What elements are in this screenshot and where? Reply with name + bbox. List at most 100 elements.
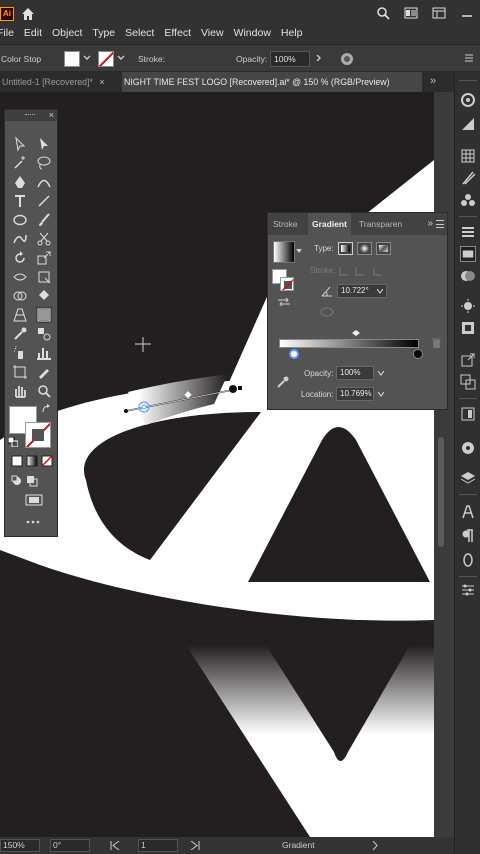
none-mode-icon[interactable] bbox=[41, 455, 53, 467]
vertical-scrollbar[interactable] bbox=[434, 92, 454, 837]
menu-window[interactable]: Window bbox=[229, 26, 276, 40]
tools-panel-header[interactable]: × bbox=[5, 110, 57, 121]
selection-tool-icon[interactable] bbox=[12, 136, 28, 152]
gradient-slider[interactable] bbox=[279, 339, 419, 348]
color-guide-icon[interactable] bbox=[460, 116, 476, 132]
color-mode-icon[interactable] bbox=[11, 455, 23, 467]
scissors-tool-icon[interactable] bbox=[36, 231, 52, 247]
stop-location-field[interactable]: 10.769% bbox=[336, 387, 374, 401]
more-tabs-icon[interactable]: » bbox=[430, 75, 436, 87]
pen-tool-icon[interactable] bbox=[12, 174, 28, 190]
close-icon[interactable]: × bbox=[99, 77, 104, 87]
properties-icon[interactable] bbox=[460, 582, 476, 598]
menu-edit[interactable]: Edit bbox=[19, 26, 47, 40]
navigator-icon[interactable] bbox=[460, 406, 476, 422]
draw-normal-icon[interactable] bbox=[11, 475, 23, 487]
scroll-thumb[interactable] bbox=[438, 437, 444, 547]
gradient-icon[interactable] bbox=[460, 246, 476, 262]
stroke-swatch[interactable] bbox=[98, 51, 114, 67]
appearance-icon[interactable] bbox=[460, 298, 476, 314]
menu-file[interactable]: File bbox=[0, 26, 19, 40]
radial-gradient-button[interactable] bbox=[357, 242, 372, 255]
magic-wand-tool-icon[interactable] bbox=[12, 155, 28, 171]
previous-artboard-icon[interactable] bbox=[110, 841, 120, 850]
workspace-icon[interactable] bbox=[404, 6, 418, 20]
lasso-tool-icon[interactable] bbox=[36, 155, 52, 171]
artboards-icon[interactable] bbox=[460, 374, 476, 390]
gradient-stop-black[interactable] bbox=[413, 349, 423, 359]
panel-menu-icon[interactable] bbox=[464, 53, 474, 63]
blend-tool-icon[interactable] bbox=[36, 326, 52, 342]
minimize-icon[interactable] bbox=[460, 6, 474, 20]
default-fill-stroke-icon[interactable] bbox=[8, 437, 18, 447]
menu-type[interactable]: Type bbox=[87, 26, 120, 40]
edit-toolbar-icon[interactable] bbox=[25, 518, 41, 526]
gradient-stop-white[interactable] bbox=[289, 349, 299, 359]
home-icon[interactable] bbox=[20, 6, 36, 22]
eyedropper-tool-icon[interactable] bbox=[12, 326, 28, 342]
zoom-field[interactable]: 150% bbox=[0, 839, 40, 852]
symbols-icon[interactable] bbox=[460, 192, 476, 208]
gradient-stroke-box[interactable] bbox=[280, 277, 294, 291]
tab-night-time-fest-logo[interactable]: NIGHT TIME FEST LOGO [Recovered].ai* @ 1… bbox=[122, 72, 422, 92]
recolor-artwork-icon[interactable] bbox=[340, 52, 354, 66]
paragraph-icon[interactable] bbox=[460, 528, 476, 544]
layers-icon[interactable] bbox=[460, 470, 476, 486]
chevron-down-icon[interactable] bbox=[377, 289, 383, 294]
panel-menu-icon[interactable] bbox=[436, 220, 444, 228]
paintbrush-tool-icon[interactable] bbox=[36, 212, 52, 228]
linear-gradient-button[interactable] bbox=[338, 242, 353, 255]
close-icon[interactable]: × bbox=[49, 110, 54, 120]
stroke-icon[interactable] bbox=[460, 224, 476, 240]
fill-swatch[interactable] bbox=[64, 51, 80, 67]
free-transform-tool-icon[interactable] bbox=[36, 269, 52, 285]
delete-stop-icon[interactable] bbox=[432, 338, 441, 348]
artboard-tool-icon[interactable] bbox=[12, 364, 28, 380]
stop-opacity-field[interactable]: 100% bbox=[336, 366, 374, 380]
transparency-icon[interactable] bbox=[460, 268, 476, 284]
symbol-sprayer-tool-icon[interactable] bbox=[12, 345, 28, 361]
gradient-mode-icon[interactable] bbox=[26, 455, 38, 467]
zoom-tool-icon[interactable] bbox=[36, 383, 52, 399]
draw-behind-icon[interactable] bbox=[26, 475, 38, 487]
graphic-styles-icon[interactable] bbox=[460, 320, 476, 336]
chevron-down-icon[interactable] bbox=[378, 392, 384, 397]
chevron-down-icon[interactable] bbox=[83, 55, 91, 61]
menu-view[interactable]: View bbox=[196, 26, 229, 40]
rotate-tool-icon[interactable] bbox=[12, 250, 28, 266]
perspective-grid-tool-icon[interactable] bbox=[12, 307, 28, 323]
tab-transparency[interactable]: Transparen bbox=[359, 213, 402, 235]
shape-builder-tool-icon[interactable] bbox=[12, 288, 28, 304]
search-icon[interactable] bbox=[376, 6, 390, 20]
curvature-tool-icon[interactable] bbox=[36, 174, 52, 190]
artboard-canvas[interactable] bbox=[0, 92, 434, 837]
next-artboard-icon[interactable] bbox=[190, 841, 200, 850]
chevron-down-icon[interactable] bbox=[117, 55, 125, 61]
column-graph-tool-icon[interactable] bbox=[36, 345, 52, 361]
rotation-field[interactable]: 0° bbox=[50, 839, 90, 852]
opentype-icon[interactable] bbox=[460, 552, 476, 568]
chevron-down-icon[interactable] bbox=[296, 248, 302, 254]
freeform-gradient-button[interactable] bbox=[376, 242, 391, 255]
chevron-double-right-icon[interactable]: » bbox=[427, 218, 433, 229]
menu-effect[interactable]: Effect bbox=[159, 26, 196, 40]
chevron-right-icon[interactable] bbox=[372, 841, 378, 850]
color-icon[interactable] bbox=[460, 92, 476, 108]
gradient-tool-icon[interactable] bbox=[36, 307, 52, 323]
gradient-preview-swatch[interactable] bbox=[273, 241, 295, 263]
swatches-icon[interactable] bbox=[460, 148, 476, 164]
reverse-gradient-icon[interactable] bbox=[277, 297, 291, 307]
eyedropper-icon[interactable] bbox=[276, 375, 290, 389]
direct-selection-tool-icon[interactable] bbox=[36, 136, 52, 152]
type-tool-icon[interactable] bbox=[12, 193, 28, 209]
tab-stroke[interactable]: Stroke bbox=[273, 213, 298, 235]
hand-tool-icon[interactable] bbox=[12, 383, 28, 399]
stroke-color-box[interactable] bbox=[25, 422, 51, 448]
color-themes-icon[interactable] bbox=[460, 440, 476, 456]
shaper-tool-icon[interactable] bbox=[12, 231, 28, 247]
swap-fill-stroke-icon[interactable] bbox=[41, 404, 51, 414]
ellipse-tool-icon[interactable] bbox=[12, 212, 28, 228]
scale-tool-icon[interactable] bbox=[36, 250, 52, 266]
line-segment-tool-icon[interactable] bbox=[36, 193, 52, 209]
gradient-midpoint[interactable] bbox=[352, 330, 360, 336]
